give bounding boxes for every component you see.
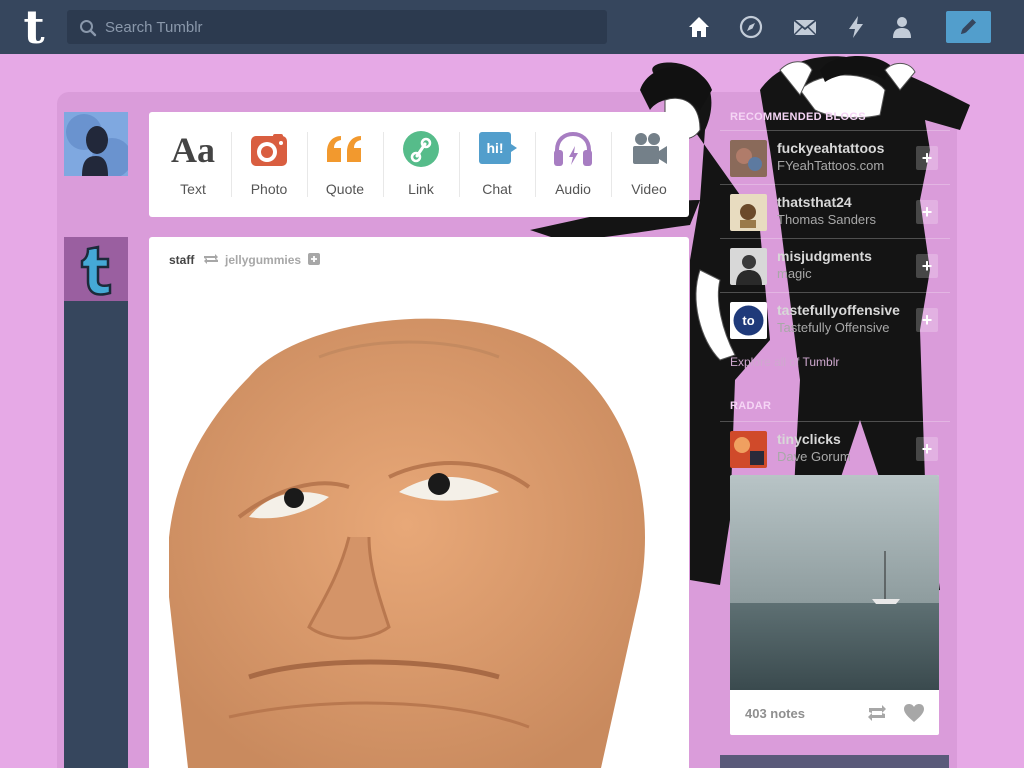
blog-subtitle: Dave Gorum <box>777 449 851 464</box>
notes-count[interactable]: 403 notes <box>745 706 805 721</box>
video-camera-icon <box>633 133 667 164</box>
blog-subtitle: magic <box>777 266 812 281</box>
post-avatar-column <box>64 237 128 768</box>
post-type-label: Link <box>408 181 434 197</box>
text-aa-icon: Aa <box>171 130 215 170</box>
blog-avatar <box>730 431 767 468</box>
post-type-selector: Aa Text Photo Quote Link hi! Chat Audio … <box>149 112 689 217</box>
blog-subtitle: FYeahTattoos.com <box>777 158 885 173</box>
post-type-photo[interactable]: Photo <box>231 112 307 217</box>
recommended-blogs-heading: Recommended Blogs <box>730 111 866 123</box>
post-author-link[interactable]: staff <box>169 253 194 267</box>
post-type-video[interactable]: Video <box>611 112 687 217</box>
recommended-blog-row[interactable]: to tastefullyoffensive Tastefully Offens… <box>720 292 950 346</box>
user-avatar[interactable] <box>64 112 128 176</box>
recommended-blog-row[interactable]: thatsthat24 Thomas Sanders + <box>720 184 950 238</box>
radar-post-card: 403 notes <box>730 475 939 735</box>
headphones-icon <box>554 131 592 166</box>
post-type-label: Photo <box>250 181 288 197</box>
next-sidebar-item <box>720 755 949 768</box>
blog-avatar <box>730 140 767 177</box>
follow-button[interactable]: + <box>916 200 938 224</box>
post-type-audio[interactable]: Audio <box>535 112 611 217</box>
post-type-label: Chat <box>482 181 512 197</box>
recommended-blog-row[interactable]: fuckyeahtattoos FYeahTattoos.com + <box>720 130 950 184</box>
follow-button[interactable]: + <box>916 308 938 332</box>
follow-plus-icon[interactable] <box>308 253 321 265</box>
post-image-face[interactable] <box>169 297 669 768</box>
recommended-blog-row[interactable]: misjudgments magic + <box>720 238 950 292</box>
post-header: staff jellygummies <box>169 253 321 267</box>
blog-name[interactable]: fuckyeahtattoos <box>777 140 884 156</box>
reblogged-from-link[interactable]: jellygummies <box>225 253 301 267</box>
blog-subtitle: Tastefully Offensive <box>777 320 890 335</box>
blog-avatar <box>730 248 767 285</box>
camera-icon <box>251 134 287 166</box>
radar-blog-row[interactable]: tinyclicks Dave Gorum + <box>720 421 950 475</box>
avatar-silhouette-icon <box>64 112 128 176</box>
quote-icon <box>327 136 361 162</box>
post-type-link[interactable]: Link <box>383 112 459 217</box>
chat-bubble-icon: hi! <box>479 132 517 164</box>
blog-name[interactable]: misjudgments <box>777 248 872 264</box>
svg-text:hi!: hi! <box>486 140 503 156</box>
radar-post-image[interactable] <box>730 475 939 690</box>
blog-subtitle: Thomas Sanders <box>777 212 876 227</box>
radar-heading: Radar <box>730 400 772 412</box>
post-type-label: Video <box>631 181 667 197</box>
link-icon <box>403 131 439 167</box>
staff-avatar[interactable] <box>64 237 128 301</box>
blog-name[interactable]: tastefullyoffensive <box>777 302 900 318</box>
follow-button[interactable]: + <box>916 437 938 461</box>
post-type-label: Text <box>180 181 206 197</box>
dashboard-post: staff jellygummies <box>149 237 689 768</box>
follow-button[interactable]: + <box>916 146 938 170</box>
reblog-icon[interactable] <box>866 703 888 723</box>
post-type-label: Quote <box>325 181 365 197</box>
blog-name[interactable]: thatsthat24 <box>777 194 852 210</box>
post-type-chat[interactable]: hi! Chat <box>459 112 535 217</box>
follow-button[interactable]: + <box>916 254 938 278</box>
svg-text:to: to <box>742 313 754 328</box>
blog-name[interactable]: tinyclicks <box>777 431 841 447</box>
post-type-label: Audio <box>555 181 591 197</box>
blog-avatar: to <box>730 302 767 339</box>
post-type-quote[interactable]: Quote <box>307 112 383 217</box>
post-type-text[interactable]: Aa Text <box>155 112 231 217</box>
reblog-icon <box>203 254 218 264</box>
like-heart-icon[interactable] <box>903 703 925 723</box>
explore-link[interactable]: Explore all of Tumblr <box>730 355 839 369</box>
blog-avatar <box>730 194 767 231</box>
tumblr-t-avatar-icon <box>64 237 128 301</box>
